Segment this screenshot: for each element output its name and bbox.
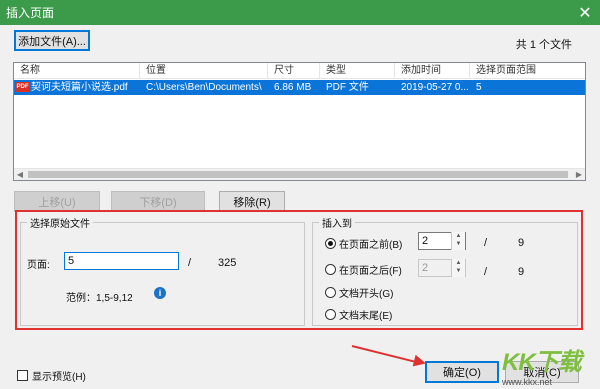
table-row[interactable]: PDF 契诃夫短篇小说选.pdf C:\Users\Ben\Documents\ … [14,80,585,95]
stepper-up-icon[interactable]: ▲ [452,259,465,267]
scrollbar-thumb[interactable] [28,171,568,178]
after-total: 9 [518,266,525,278]
page-total: 325 [218,257,237,269]
scroll-left-icon[interactable]: ◀ [14,169,26,181]
page-label: 页面: [27,260,50,271]
radio-end-label: 文档末尾(E) [339,311,393,322]
radio-dot-after[interactable] [325,264,336,275]
source-group: 选择原始文件 [20,215,305,326]
info-icon[interactable]: i [154,287,166,299]
cell-range: 5 [476,82,482,93]
after-page-stepper[interactable]: ▲ ▼ [451,259,465,277]
cell-size: 6.86 MB [274,82,312,93]
insert-group-title: 插入到 [319,215,355,230]
ok-button[interactable]: 确定(O) [425,361,499,383]
cell-name: PDF 契诃夫短篇小说选.pdf [14,80,140,95]
window-title: 插入页面 [6,6,55,20]
cell-type: PDF 文件 [326,82,369,93]
radio-after-page[interactable]: 在页面之后(F) [325,262,402,277]
remove-button[interactable]: 移除(R) [219,191,285,212]
cell-location: C:\Users\Ben\Documents\ [146,82,262,93]
radio-before-page[interactable]: 在页面之前(B) [325,236,402,251]
source-group-title: 选择原始文件 [27,215,93,230]
after-slash: / [484,266,488,278]
column-header-location[interactable]: 位置 [140,63,268,78]
stepper-up-icon[interactable]: ▲ [452,232,465,240]
horizontal-scrollbar[interactable]: ◀ ▶ [14,168,585,180]
add-file-button[interactable]: 添加文件(A)... [14,30,90,51]
radio-before-label: 在页面之前(B) [339,240,403,251]
column-header-type[interactable]: 类型 [320,63,395,78]
pdf-file-icon: PDF [16,82,29,93]
annotation-arrow [351,345,423,365]
page-slash: / [188,257,192,269]
scroll-right-icon[interactable]: ▶ [573,169,585,181]
stepper-down-icon[interactable]: ▼ [452,267,465,275]
move-down-button[interactable]: 下移(D) [111,191,205,212]
radio-document-start[interactable]: 文档开头(G) [325,285,393,300]
file-name: 契诃夫短篇小说选.pdf [31,82,128,93]
radio-start-label: 文档开头(G) [339,289,394,300]
title-bar: 插入页面 ✕ [0,0,600,25]
before-total: 9 [518,237,525,249]
watermark: KK下载 www.kkx.net [502,342,594,387]
column-header-range[interactable]: 选择页面范围 [470,63,585,78]
file-count: 共 1 个文件 [515,39,572,51]
show-preview-checkbox[interactable]: 显示预览(H) [17,368,86,383]
watermark-url: www.kkx.net [502,377,553,387]
file-list[interactable]: 名称 位置 尺寸 类型 添加时间 选择页面范围 PDF 契诃夫短篇小说选.pdf … [13,62,586,181]
radio-after-label: 在页面之后(F) [339,266,402,277]
radio-dot-start[interactable] [325,287,336,298]
cell-added: 2019-05-27 0... [401,82,469,93]
column-header-size[interactable]: 尺寸 [268,63,320,78]
column-header-added[interactable]: 添加时间 [395,63,470,78]
move-up-button[interactable]: 上移(U) [14,191,100,212]
close-icon[interactable]: ✕ [570,0,600,25]
show-preview-label: 显示预览(H) [32,372,86,383]
checkbox-box[interactable] [17,370,28,381]
radio-dot-end[interactable] [325,309,336,320]
before-slash: / [484,237,488,249]
before-page-stepper[interactable]: ▲ ▼ [451,232,465,250]
page-input[interactable]: 5 [64,252,179,270]
radio-document-end[interactable]: 文档末尾(E) [325,307,392,322]
file-list-header: 名称 位置 尺寸 类型 添加时间 选择页面范围 [14,63,585,79]
stepper-down-icon[interactable]: ▼ [452,240,465,248]
column-header-name[interactable]: 名称 [14,63,140,78]
page-example: 范例：1,5-9,12 [66,293,133,304]
radio-dot-before[interactable] [325,238,336,249]
watermark-logo: KK下载 [502,349,582,376]
